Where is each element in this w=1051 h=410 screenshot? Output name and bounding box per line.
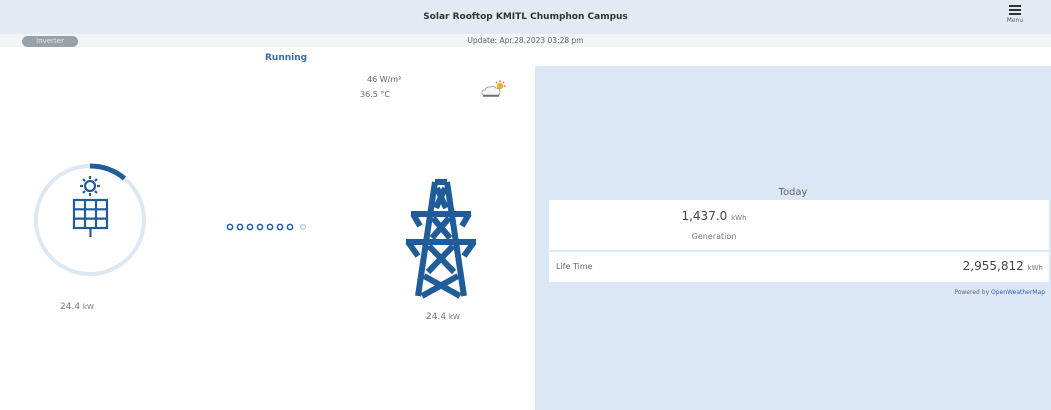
- status-text: Running: [265, 53, 308, 63]
- lifetime-card: Life Time 2,955,812 kWh: [549, 252, 1049, 282]
- grid-power-readout: 24.4 kW: [426, 312, 460, 322]
- today-label: Today: [778, 187, 808, 198]
- solar-panel-icon: [72, 176, 109, 237]
- generation-unit: kWh: [731, 214, 747, 222]
- generation-value: 1,437.0: [681, 209, 728, 223]
- energy-flow-indicator: [226, 223, 306, 231]
- openweathermap-link[interactable]: OpenWeatherMap: [991, 289, 1045, 296]
- powered-by-credit: Powered by OpenWeatherMap: [954, 289, 1045, 296]
- lifetime-value: 2,955,812: [962, 259, 1024, 273]
- update-timestamp: Update: Apr.28.2023 03:28 pm: [467, 36, 584, 45]
- generation-readout: 1,437.0 kWh: [549, 209, 879, 223]
- solar-progress-arc: [89, 163, 127, 181]
- generation-card: 1,437.0 kWh Generation: [549, 200, 1049, 250]
- temperature-value: 36.5 °C: [360, 90, 390, 99]
- solar-power-value: 24.4: [60, 302, 81, 312]
- solar-power-readout: 24.4 kW: [60, 302, 94, 312]
- cloud-sun-icon: [481, 80, 506, 97]
- irradiance-value: 46 W/m²: [367, 75, 402, 84]
- menu-label: Menu: [1006, 17, 1024, 24]
- transmission-tower-icon: [405, 179, 477, 299]
- solar-power-unit: kW: [82, 303, 94, 311]
- powered-by-prefix: Powered by: [954, 289, 990, 296]
- menu-button[interactable]: Menu: [997, 5, 1033, 31]
- lifetime-unit: kWh: [1027, 264, 1043, 272]
- grid-power-unit: kW: [448, 313, 460, 321]
- hamburger-menu-icon: [1009, 5, 1021, 16]
- lifetime-readout: 2,955,812 kWh: [963, 259, 1043, 273]
- lifetime-label: Life Time: [556, 262, 593, 271]
- grid-power-value: 24.4: [426, 312, 447, 322]
- energy-summary-panel: Today 1,437.0 kWh Generation Life Time 2…: [535, 66, 1051, 410]
- page-title: Solar Rooftop KMITL Chumphon Campus: [423, 12, 628, 22]
- header-bar: Solar Rooftop KMITL Chumphon Campus Menu: [0, 0, 1051, 34]
- solar-production-gauge: [34, 163, 146, 276]
- sub-bar: Inverter Update: Apr.28.2023 03:28 pm: [0, 34, 1051, 47]
- dashboard-page: Solar Rooftop KMITL Chumphon Campus Menu…: [0, 0, 1051, 410]
- generation-label: Generation: [691, 232, 737, 241]
